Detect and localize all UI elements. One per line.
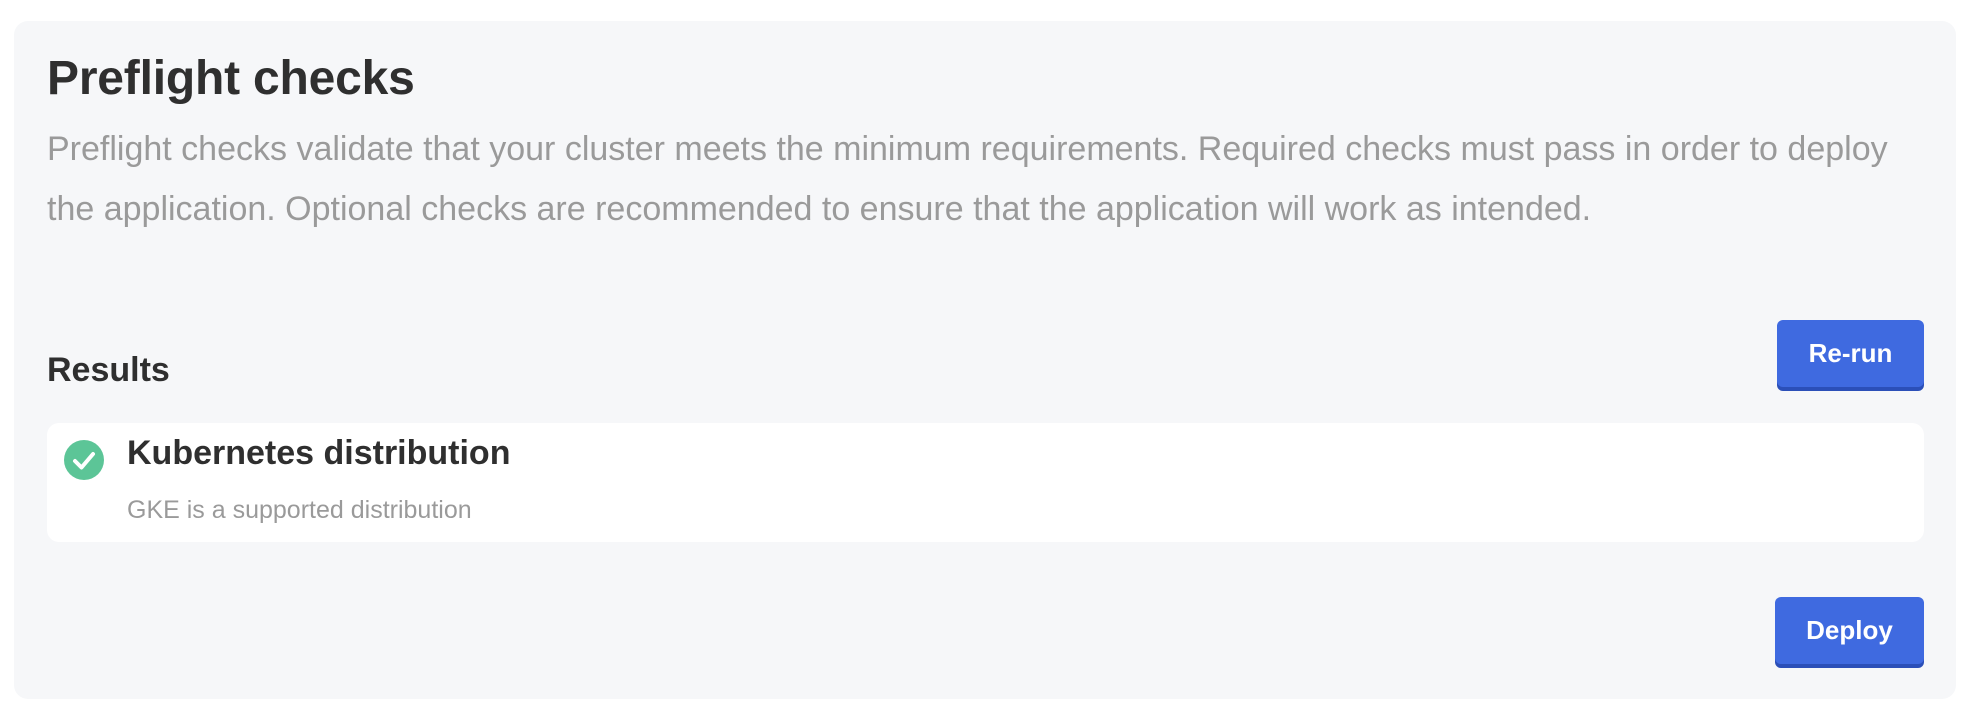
- results-heading: Results: [47, 351, 170, 389]
- rerun-button[interactable]: Re-run: [1777, 320, 1924, 387]
- page-description: Preflight checks validate that your clus…: [47, 130, 1888, 228]
- result-item-kubernetes-distribution: Kubernetes distribution GKE is a support…: [47, 423, 1924, 542]
- check-name: Kubernetes distribution: [127, 434, 511, 472]
- check-circle-icon: [64, 440, 104, 480]
- deploy-button[interactable]: Deploy: [1775, 597, 1924, 664]
- page-title: Preflight checks: [47, 52, 415, 105]
- check-message: GKE is a supported distribution: [127, 496, 472, 524]
- preflight-panel: Preflight checks Preflight checks valida…: [14, 21, 1956, 699]
